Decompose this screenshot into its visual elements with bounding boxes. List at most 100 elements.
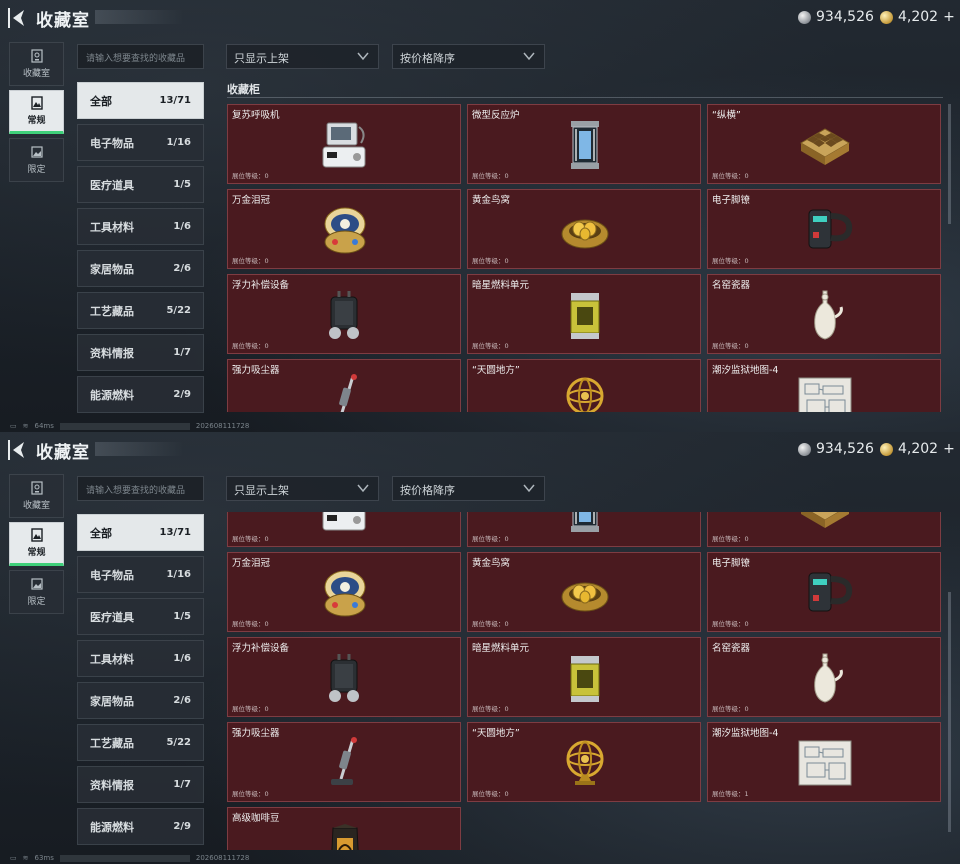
- sort-dropdown[interactable]: 按价格降序: [392, 44, 545, 69]
- display-level: 展位等级：0: [232, 788, 269, 798]
- category-item[interactable]: 能源燃料 2/9: [77, 808, 204, 845]
- sort-dropdown[interactable]: 按价格降序: [392, 476, 545, 501]
- item-name: 强力吸尘器: [232, 728, 280, 739]
- collection-card[interactable]: 黄金鸟窝 展位等级：0: [467, 189, 701, 269]
- jeweled-egg-icon: [317, 202, 373, 258]
- collection-card[interactable]: 暗星燃料单元 展位等级：0: [467, 274, 701, 354]
- category-item[interactable]: 家居物品 2/6: [77, 682, 204, 719]
- item-name: 强力吸尘器: [232, 365, 280, 376]
- category-item[interactable]: 工艺藏品 5/22: [77, 724, 204, 761]
- collection-card[interactable]: “天圆地方” 展位等级：0: [467, 359, 701, 412]
- collection-card[interactable]: 微型反应炉 展位等级：0: [467, 104, 701, 184]
- nav-item-0[interactable]: 收藏室: [9, 474, 64, 518]
- porcelain-vase-icon: [797, 650, 853, 706]
- level-label: 展位等级：: [232, 342, 265, 350]
- collection-card[interactable]: 潮汐监狱地图-4 展位等级：1: [707, 722, 941, 802]
- back-arrow-icon[interactable]: [8, 440, 30, 460]
- item-name: 浮力补偿设备: [232, 643, 290, 654]
- level-label: 展位等级：: [472, 620, 505, 628]
- dropdown-value: 按价格降序: [400, 52, 455, 65]
- level-label: 展位等级：: [712, 535, 745, 543]
- collection-card[interactable]: 微型反应炉 展位等级：0: [467, 512, 701, 547]
- collection-card[interactable]: 黄金鸟窝 展位等级：0: [467, 552, 701, 632]
- level-value: 0: [504, 705, 509, 713]
- category-item[interactable]: 能源燃料 2/9: [77, 376, 204, 413]
- shelf-filter-dropdown[interactable]: 只显示上架: [226, 44, 379, 69]
- category-count: 1/5: [173, 611, 191, 622]
- gold-currency[interactable]: 4,202 +: [880, 441, 955, 457]
- level-label: 展位等级：: [712, 257, 745, 265]
- shelf-filter-dropdown[interactable]: 只显示上架: [226, 476, 379, 501]
- back-arrow-icon[interactable]: [8, 8, 30, 28]
- grid-scrollbar[interactable]: [948, 592, 951, 832]
- collection-card[interactable]: “纵横” 展位等级：0: [707, 104, 941, 184]
- nav-label: 限定: [27, 597, 46, 607]
- level-label: 展位等级：: [472, 535, 505, 543]
- collection-card[interactable]: 潮汐监狱地图-4 展位等级：1: [707, 359, 941, 412]
- search-input[interactable]: 请输入想要查找的收藏品: [77, 476, 204, 501]
- collection-card[interactable]: 浮力补偿设备 展位等级：0: [227, 274, 461, 354]
- collection-card[interactable]: 万金泪冠 展位等级：0: [227, 552, 461, 632]
- map-icon: [797, 372, 853, 412]
- nav-item-1[interactable]: 常规: [9, 90, 64, 134]
- search-input[interactable]: 请输入想要查找的收藏品: [77, 44, 204, 69]
- collection-card[interactable]: 复苏呼吸机 展位等级：0: [227, 512, 461, 547]
- silver-coin-icon: [798, 10, 811, 24]
- nav-item-0[interactable]: 收藏室: [9, 42, 64, 86]
- level-value: 0: [264, 705, 269, 713]
- gold-currency[interactable]: 4,202 +: [880, 9, 955, 25]
- category-item[interactable]: 资料情报 1/7: [77, 334, 204, 371]
- collection-card[interactable]: 名窑瓷器 展位等级：0: [707, 637, 941, 717]
- category-item[interactable]: 工艺藏品 5/22: [77, 292, 204, 329]
- category-item[interactable]: 电子物品 1/16: [77, 124, 204, 161]
- level-value: 0: [264, 620, 269, 628]
- collection-card[interactable]: 暗星燃料单元 展位等级：0: [467, 637, 701, 717]
- display-level: 展位等级：0: [712, 618, 749, 628]
- collection-card[interactable]: “天圆地方” 展位等级：0: [467, 722, 701, 802]
- nav-item-2[interactable]: 限定: [9, 138, 64, 182]
- collection-card[interactable]: 强力吸尘器 展位等级：0: [227, 722, 461, 802]
- collection-card[interactable]: 电子脚镣 展位等级：0: [707, 189, 941, 269]
- page-title: 收藏室: [36, 443, 90, 463]
- level-value: 0: [504, 535, 509, 543]
- level-value: 0: [264, 535, 269, 543]
- category-item[interactable]: 资料情报 1/7: [77, 766, 204, 803]
- nav-item-2[interactable]: 限定: [9, 570, 64, 614]
- dropdown-value: 只显示上架: [234, 52, 289, 65]
- collection-card[interactable]: 强力吸尘器 展位等级：0: [227, 359, 461, 412]
- add-gold-button[interactable]: +: [943, 441, 955, 457]
- level-label: 展位等级：: [232, 620, 265, 628]
- blurred-id: [59, 854, 190, 862]
- category-item[interactable]: 全部 13/71: [77, 514, 204, 551]
- display-level: 展位等级：0: [712, 533, 749, 543]
- nav-item-1[interactable]: 常规: [9, 522, 64, 566]
- category-item[interactable]: 工具材料 1/6: [77, 640, 204, 677]
- collection-card[interactable]: 名窑瓷器 展位等级：0: [707, 274, 941, 354]
- category-item[interactable]: 医疗道具 1/5: [77, 598, 204, 635]
- item-name: 高级咖啡豆: [232, 813, 280, 824]
- category-item[interactable]: 电子物品 1/16: [77, 556, 204, 593]
- collection-card[interactable]: 高级咖啡豆 展位等级：2: [227, 807, 461, 850]
- add-gold-button[interactable]: +: [943, 9, 955, 25]
- category-list: 全部 13/71 电子物品 1/16 医疗道具 1/5 工具材料 1/6 家居物品 2/…: [77, 82, 204, 418]
- grid-scrollbar[interactable]: [948, 104, 951, 224]
- item-name: 复苏呼吸机: [232, 110, 280, 121]
- display-level: 展位等级：0: [712, 340, 749, 350]
- collection-card[interactable]: 复苏呼吸机 展位等级：0: [227, 104, 461, 184]
- collection-screen-top: 收藏室 934,526 4,202 + 收藏室 常规 限定 请输入想要查找的收藏品…: [0, 0, 960, 432]
- collection-card[interactable]: 万金泪冠 展位等级：0: [227, 189, 461, 269]
- item-name: 微型反应炉: [472, 110, 520, 121]
- level-value: 1: [744, 790, 749, 798]
- chessboard-icon: [797, 512, 853, 536]
- silver-currency: 934,526: [798, 441, 874, 457]
- collection-card[interactable]: 电子脚镣 展位等级：0: [707, 552, 941, 632]
- gold-coin-icon: [880, 10, 893, 24]
- nav-label: 常规: [27, 116, 46, 126]
- item-name: “纵横”: [712, 110, 741, 121]
- collection-card[interactable]: “纵横” 展位等级：0: [707, 512, 941, 547]
- category-item[interactable]: 家居物品 2/6: [77, 250, 204, 287]
- category-item[interactable]: 工具材料 1/6: [77, 208, 204, 245]
- category-item[interactable]: 全部 13/71: [77, 82, 204, 119]
- collection-card[interactable]: 浮力补偿设备 展位等级：0: [227, 637, 461, 717]
- category-item[interactable]: 医疗道具 1/5: [77, 166, 204, 203]
